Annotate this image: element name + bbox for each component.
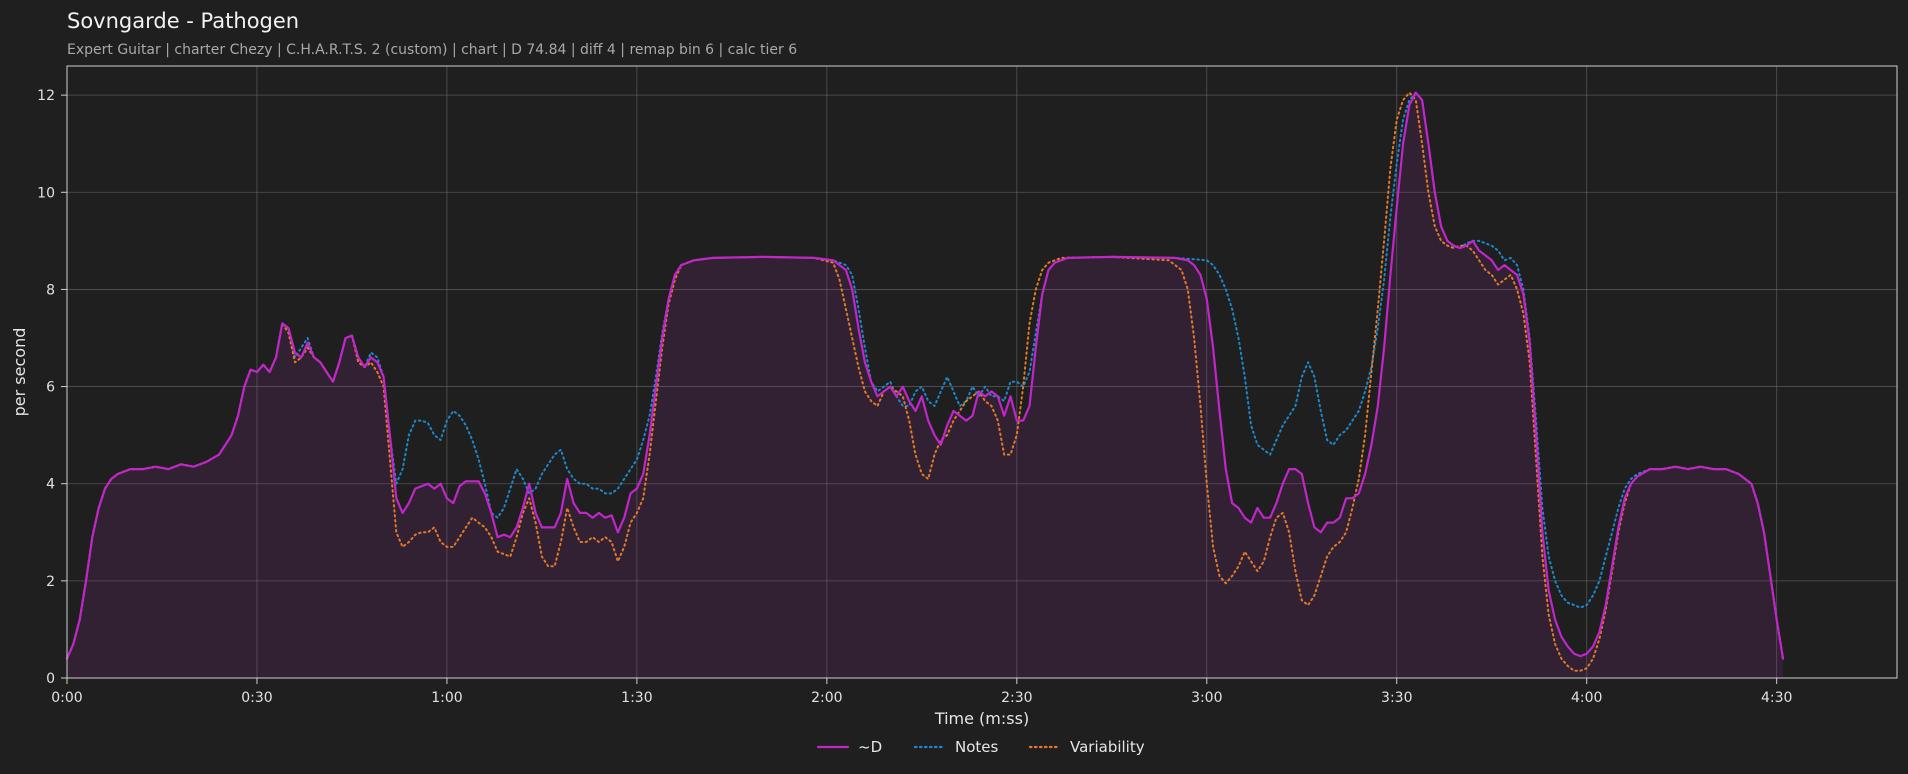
x-tick-label: 0:00 (51, 690, 82, 706)
x-tick-label: 3:00 (1191, 690, 1222, 706)
chart-subtitle: Expert Guitar | charter Chezy | C.H.A.R.… (67, 42, 797, 58)
y-tick-label: 0 (46, 671, 55, 687)
chart-title: Sovngarde - Pathogen (67, 9, 299, 33)
x-tick-label: 1:30 (621, 690, 652, 706)
legend-label: Notes (955, 738, 999, 756)
x-tick-label: 3:30 (1381, 690, 1412, 706)
x-tick-label: 2:30 (1001, 690, 1032, 706)
y-tick-label: 2 (46, 574, 55, 590)
x-axis-label: Time (m:ss) (934, 709, 1029, 728)
x-tick-label: 0:30 (241, 690, 272, 706)
y-tick-label: 8 (46, 282, 55, 298)
series-d-area (67, 92, 1784, 678)
legend-label: ~D (858, 738, 882, 756)
chart: Sovngarde - Pathogen Expert Guitar | cha… (0, 0, 1908, 774)
x-tick-label: 1:00 (431, 690, 462, 706)
x-tick-label: 4:30 (1761, 690, 1792, 706)
area-fill (67, 92, 1784, 678)
y-tick-label: 6 (46, 380, 55, 396)
legend-label: Variability (1070, 738, 1145, 756)
y-axis-label: per second (10, 328, 29, 417)
legend: ~D Notes Variability (816, 738, 1145, 756)
y-tick-label: 4 (46, 477, 55, 493)
x-tick-label: 4:00 (1571, 690, 1602, 706)
chart-canvas: Sovngarde - Pathogen Expert Guitar | cha… (10, 9, 1898, 756)
x-tick-label: 2:00 (811, 690, 842, 706)
y-tick-label: 10 (37, 185, 55, 201)
y-tick-label: 12 (37, 88, 55, 104)
